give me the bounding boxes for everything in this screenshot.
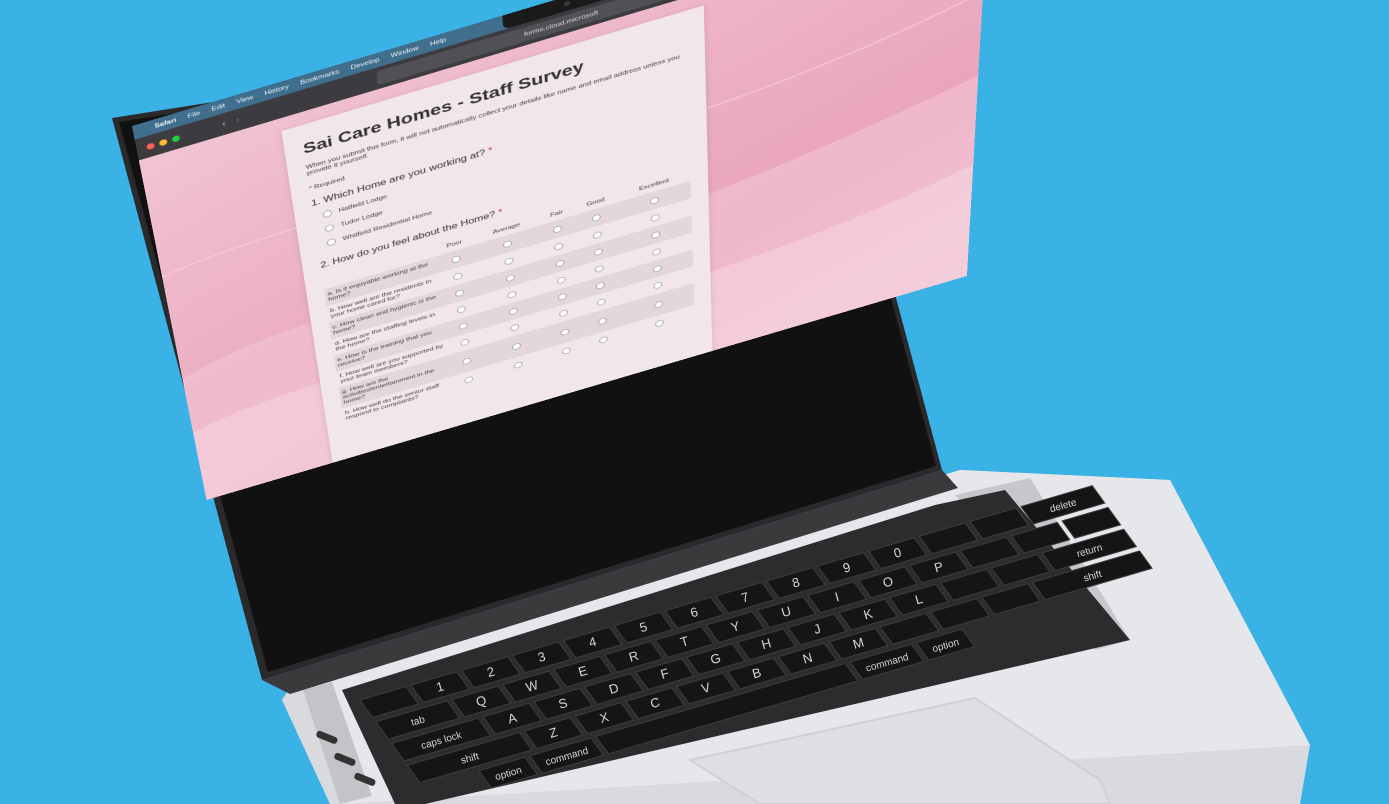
keyboard: 1234567890deletetabQWERTYUIOPcaps lockAS… <box>342 485 1153 804</box>
scene: Safari File Edit View History Bookmarks … <box>0 0 1389 804</box>
